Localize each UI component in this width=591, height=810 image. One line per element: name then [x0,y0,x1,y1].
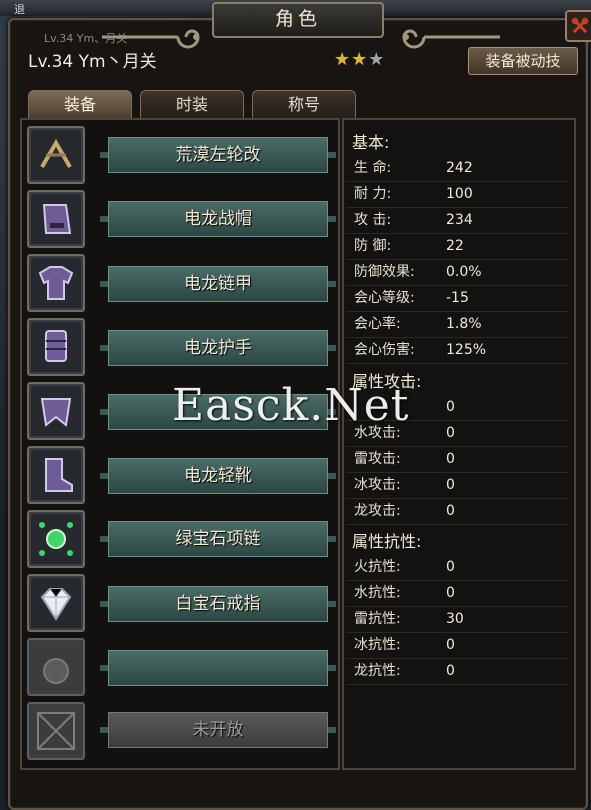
stat-row: 会心等级: -15 [346,285,568,312]
stat-row: 耐 力: 100 [346,181,568,208]
stat-row: 防御效果: 0.0% [346,259,568,286]
stat-label: 冰抗性: [354,637,401,653]
head-slot[interactable] [27,190,85,248]
stat-value: 0 [446,663,455,679]
locked-slot [27,702,85,760]
equipment-name[interactable]: 电龙链甲 [100,266,336,302]
stat-value: -15 [446,290,469,306]
stat-label: 会心率: [354,316,401,332]
stat-row: 雷攻击: 0 [346,446,568,473]
empty-slot-icon [43,658,69,684]
leg-armor-icon [40,398,72,427]
stat-value: 0 [446,477,455,493]
stat-label: 雷攻击: [354,451,401,467]
passive-skill-button[interactable]: 装备被动技 [468,47,578,75]
stat-value: 0 [446,637,455,653]
tab-fashion[interactable]: 时装 [140,90,244,119]
stat-value: 0 [446,559,455,575]
equipment-name[interactable] [100,650,336,686]
stat-label: 防御效果: [354,264,415,280]
locked-slot-label: 未开放 [100,712,336,748]
equipment-name[interactable]: 电龙轻靴 [100,458,336,494]
necklace-slot[interactable] [27,510,85,568]
boomerang-icon [40,139,72,169]
stat-row: 会心率: 1.8% [346,311,568,338]
stat-label: 会心伤害: [354,342,415,358]
armor-icon [38,266,74,300]
stat-value: 0 [446,585,455,601]
stat-row: 冰抗性: 0 [346,632,568,659]
star-rating: ★★★ [334,49,385,70]
stat-label: 攻 击: [354,212,392,228]
stat-value: 0.0% [446,264,482,280]
emerald-necklace-icon [39,522,73,556]
boots-icon [45,458,73,492]
feet-slot[interactable] [27,446,85,504]
stat-value: 0 [446,399,455,415]
star-filled-icon: ★ [334,49,352,70]
resist-stats-heading: 属性抗性: [352,532,422,551]
equipment-name[interactable]: 电龙护手 [100,330,336,366]
star-filled-icon: ★ [351,49,369,70]
tab-equipment[interactable]: 装备 [28,90,132,119]
equipment-name[interactable]: 白宝石戒指 [100,586,336,622]
equipment-name[interactable]: 荒漠左轮改 [100,137,336,173]
ring-slot[interactable] [27,574,85,632]
stat-label: 防 御: [354,238,392,254]
stat-row: 水抗性: 0 [346,580,568,607]
stat-label: 龙攻击: [354,503,401,519]
close-button[interactable] [565,10,591,42]
watermark: Easck.Net [172,380,410,431]
stat-label: 生 命: [354,160,392,176]
stat-value: 22 [446,238,464,254]
stat-row: 攻 击: 234 [346,207,568,234]
stat-row: 生 命: 242 [346,155,568,182]
stat-value: 0 [446,425,455,441]
stat-label: 会心等级: [354,290,415,306]
arm-slot[interactable] [27,318,85,376]
stat-row: 冰攻击: 0 [346,472,568,499]
stat-value: 30 [446,611,464,627]
equipment-name[interactable]: 绿宝石项链 [100,521,336,557]
stat-value: 242 [446,160,473,176]
equipment-name[interactable]: 电龙战帽 [100,201,336,237]
weapon-slot[interactable] [27,126,85,184]
empty-slot[interactable] [27,638,85,696]
stat-value: 100 [446,186,473,202]
body-slot[interactable] [27,254,85,312]
window-title: 角色 [212,2,384,38]
gauntlet-icon [45,330,67,362]
stat-label: 龙抗性: [354,663,401,679]
stat-label: 火抗性: [354,559,401,575]
stat-row: 防 御: 22 [346,233,568,260]
basic-stats-heading: 基本: [352,133,390,152]
stat-value: 234 [446,212,473,228]
waist-slot[interactable] [27,382,85,440]
stat-row: 会心伤害: 125% [346,337,568,364]
locked-slot-icon [37,712,75,750]
stat-value: 0 [446,503,455,519]
stat-row: 龙攻击: 0 [346,498,568,525]
close-icon [571,17,589,34]
background-top-text: 退 [14,3,25,16]
stat-row: 火抗性: 0 [346,554,568,581]
tab-title[interactable]: 称号 [252,90,356,119]
helmet-icon [42,204,72,234]
stat-label: 水抗性: [354,585,401,601]
stat-label: 冰攻击: [354,477,401,493]
stat-value: 0 [446,451,455,467]
stat-value: 1.8% [446,316,482,332]
stat-value: 125% [446,342,487,358]
star-empty-icon: ★ [368,49,386,70]
character-level-name: Lv.34 Ym丶月关 [28,52,157,72]
stat-label: 耐 力: [354,186,392,202]
stat-row: 雷抗性: 30 [346,606,568,633]
diamond-ring-icon [40,588,72,621]
background-ghost-text: Lv.34 Ym、月关 [44,32,128,45]
stat-label: 雷抗性: [354,611,401,627]
stat-row: 龙抗性: 0 [346,658,568,685]
